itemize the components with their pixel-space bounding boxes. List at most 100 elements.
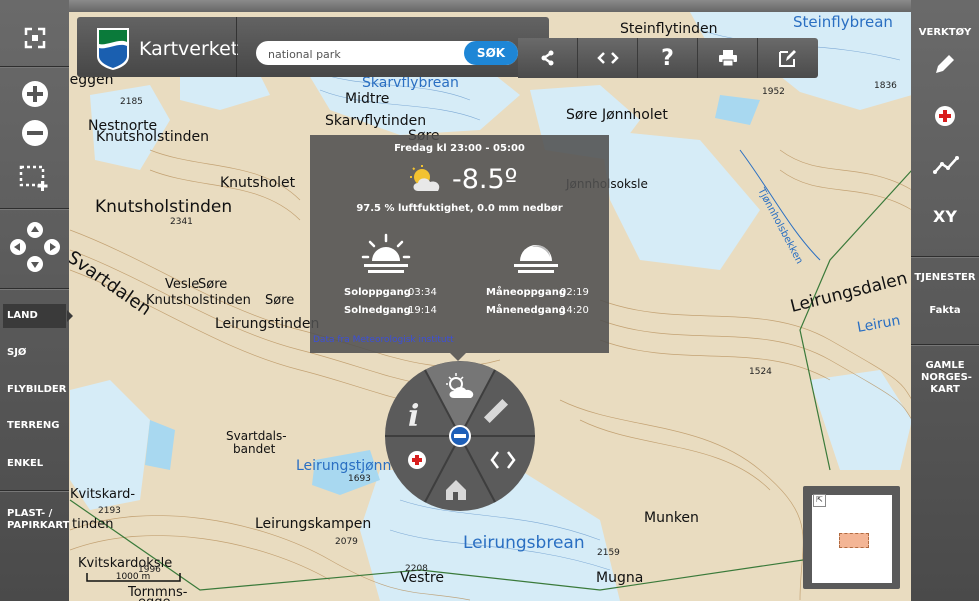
place-label: Knutsholet xyxy=(220,175,296,191)
elevation-label: 2185 xyxy=(120,97,143,107)
search-box: SØK xyxy=(256,41,518,65)
place-label: tinden xyxy=(72,517,113,532)
place-label: Skarvflytinden xyxy=(325,113,426,129)
place-label: Midtre xyxy=(345,91,389,107)
pan-control[interactable] xyxy=(0,218,69,276)
layer-sjo[interactable]: SJØ xyxy=(3,341,66,365)
share-button[interactable] xyxy=(518,38,578,78)
place-label: Mugna xyxy=(596,570,643,586)
help-button[interactable]: ? xyxy=(638,38,698,78)
edit-note-icon xyxy=(779,50,796,67)
overview-map-canvas[interactable] xyxy=(812,495,892,583)
svg-text:i: i xyxy=(408,399,419,434)
right-toolbar: VERKTØY XY TJENESTER Fakta GAMLE NORGES-… xyxy=(911,0,979,601)
overview-extent[interactable] xyxy=(839,533,869,548)
search-input[interactable] xyxy=(266,44,460,64)
zoom-box-icon xyxy=(19,165,47,191)
place-label: Knutsholstinden xyxy=(96,129,209,145)
sunset-time: 19:14 xyxy=(408,305,437,316)
place-label: Skarvflybrean xyxy=(362,75,459,91)
temperature: -8.5º xyxy=(452,164,518,195)
overview-map[interactable]: ⇱ xyxy=(803,486,900,589)
facts-button[interactable]: Fakta xyxy=(911,305,979,317)
zoom-box-button[interactable] xyxy=(0,160,69,196)
place-label: Søre xyxy=(198,277,227,292)
elevation-label: 1836 xyxy=(874,81,897,91)
place-label: Leirungstjønn xyxy=(296,458,391,474)
place-label: Knutsholstinden xyxy=(146,293,251,308)
weather-period: Fredag kl 23:00 - 05:00 xyxy=(394,143,525,154)
sunset-label: Solnedgang xyxy=(344,305,411,316)
fullscreen-button[interactable] xyxy=(0,18,69,58)
sunrise-label: Soloppgang xyxy=(344,287,411,298)
moonrise-label: Måneoppgang xyxy=(486,287,566,298)
brand-name: Kartverket xyxy=(139,38,239,60)
layer-flybilder[interactable]: FLYBILDER xyxy=(3,378,66,402)
layer-land[interactable]: LAND xyxy=(3,304,66,328)
place-label: Søre Jønnholet xyxy=(566,107,668,123)
elevation-label: 2159 xyxy=(597,548,620,558)
met-institute-link[interactable]: Data fra Meteorologisk institutt xyxy=(313,335,454,345)
separator xyxy=(911,256,979,258)
edit-button[interactable] xyxy=(758,38,818,78)
elevation-label: 1952 xyxy=(762,87,785,97)
elevation-label: 2079 xyxy=(335,537,358,547)
place-label: Svartdals- xyxy=(226,429,287,443)
place-label: Søre xyxy=(265,293,294,308)
sunrise-time: 03:34 xyxy=(408,287,437,298)
place-label: Knutsholstinden xyxy=(95,197,232,217)
place-label: Vesle xyxy=(165,277,199,292)
old-maps-button[interactable]: GAMLE NORGES-KART xyxy=(911,360,979,396)
print-button[interactable] xyxy=(698,38,758,78)
pan-arrows-icon xyxy=(9,222,60,272)
scale-bar: 1000 m xyxy=(86,572,181,582)
info-icon[interactable]: i xyxy=(408,399,419,434)
layer-plast-papirkart[interactable]: PLAST- / PAPIRKART xyxy=(3,508,69,538)
measure-button[interactable] xyxy=(933,154,959,180)
code-brackets-icon xyxy=(596,52,619,64)
kartverket-logo[interactable]: Kartverket xyxy=(87,26,238,70)
moonset-time: 14:20 xyxy=(560,305,589,316)
active-layer-pointer xyxy=(67,310,73,322)
tool-strip: ? xyxy=(518,38,818,78)
separator xyxy=(0,66,69,68)
pencil-icon xyxy=(936,55,954,73)
search-button[interactable]: SØK xyxy=(464,41,518,65)
kartverket-logo-icon xyxy=(97,28,129,70)
zoom-in-button[interactable] xyxy=(0,76,69,112)
plus-circle-icon xyxy=(21,81,48,107)
place-label: Steinflybrean xyxy=(793,13,893,31)
separator xyxy=(0,208,69,210)
left-toolbar: LAND SJØ FLYBILDER TERRENG ENKEL PLAST- … xyxy=(0,0,73,601)
overview-toggle-button[interactable]: ⇱ xyxy=(813,494,826,507)
add-marker-icon[interactable] xyxy=(408,451,426,469)
place-label: Munken xyxy=(644,510,699,526)
scale-label: 1000 m xyxy=(116,572,151,582)
services-label: TJENESTER xyxy=(914,272,976,283)
draw-button[interactable] xyxy=(933,52,957,80)
place-label: Kvitskard- xyxy=(70,487,135,502)
top-strip xyxy=(69,0,911,12)
place-label: Leirungstinden xyxy=(215,316,319,332)
separator xyxy=(911,344,979,346)
layer-enkel[interactable]: ENKEL xyxy=(3,452,66,476)
embed-button[interactable] xyxy=(578,38,638,78)
question-mark-icon: ? xyxy=(661,45,674,71)
zoom-out-button[interactable] xyxy=(0,115,69,151)
close-menu-button[interactable] xyxy=(449,425,471,447)
place-label: Steinflytinden xyxy=(620,21,717,37)
partly-cloudy-icon xyxy=(410,165,440,191)
radial-menu: i xyxy=(385,361,535,511)
printer-icon xyxy=(718,50,737,67)
separator xyxy=(0,288,69,290)
add-marker-button[interactable] xyxy=(933,104,957,132)
share-icon xyxy=(541,50,553,66)
line-graph-icon xyxy=(933,156,959,174)
minus-circle-icon xyxy=(21,120,48,146)
xy-button[interactable]: XY xyxy=(911,208,979,226)
header-divider xyxy=(236,17,237,77)
elevation-label: 2208 xyxy=(405,564,428,574)
fullscreen-icon xyxy=(24,27,45,49)
layer-terreng[interactable]: TERRENG xyxy=(3,414,66,438)
collapse-arrow-icon: ⇱ xyxy=(816,495,823,504)
